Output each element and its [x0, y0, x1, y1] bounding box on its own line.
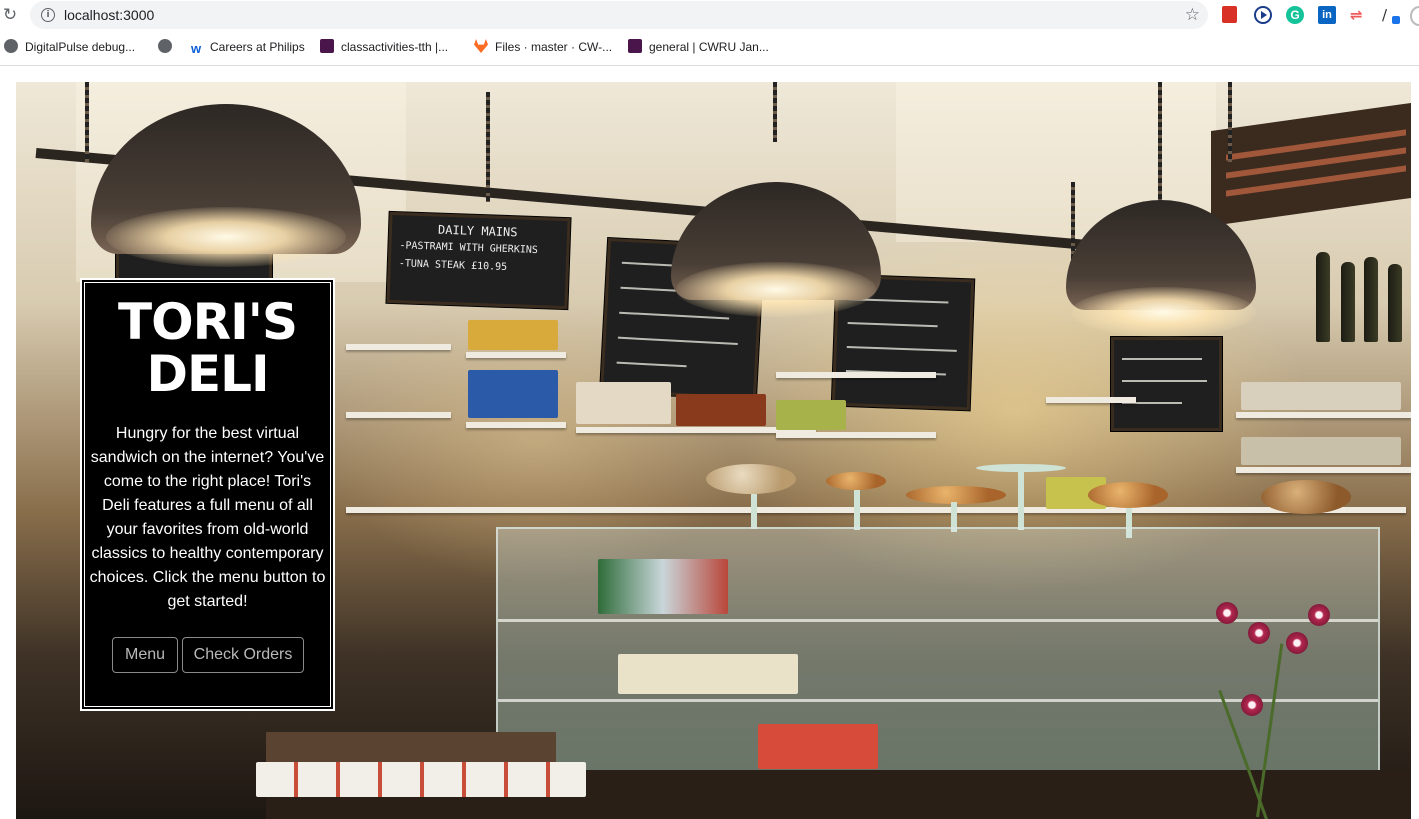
globe-icon — [4, 39, 18, 53]
orchid-flower — [1308, 604, 1330, 626]
bookmark-digitalpulse[interactable]: DigitalPulse debug... — [4, 38, 135, 56]
address-bar[interactable]: i localhost:3000 ☆ — [30, 1, 1208, 29]
orchid-flower — [1286, 632, 1308, 654]
product-boxes — [1241, 437, 1401, 465]
bookmark-label: DigitalPulse debug... — [25, 40, 136, 54]
chain — [773, 82, 777, 142]
url-text[interactable]: localhost:3000 — [64, 7, 154, 23]
wine-bottle — [1341, 262, 1355, 342]
dairy-row — [618, 654, 798, 694]
croissants — [1088, 482, 1168, 508]
page-title: TORI'S DELI — [117, 293, 298, 403]
toolbar-divider — [0, 65, 1419, 66]
arrows-extension-icon[interactable]: ⇌ — [1350, 6, 1368, 24]
pastry — [826, 472, 886, 490]
cake-stand — [1018, 470, 1024, 530]
chalk-line — [1122, 380, 1207, 382]
chalkboard-heading: DAILY MAINS — [437, 222, 518, 240]
cake-stand — [751, 494, 757, 529]
wine-bottle — [1316, 252, 1330, 342]
menu-button[interactable]: Menu — [112, 637, 178, 673]
profile-icon[interactable] — [1410, 6, 1419, 26]
cake-stand — [854, 490, 860, 530]
bookmark-star-icon[interactable]: ☆ — [1185, 5, 1200, 25]
product-boxes — [1241, 382, 1401, 410]
lamp-glow — [106, 207, 346, 267]
chalk-line — [616, 361, 687, 368]
chain — [1158, 82, 1162, 202]
slack-icon — [320, 39, 334, 53]
chain — [486, 92, 490, 202]
browser-toolbar: ↻ i localhost:3000 ☆ G in ⇌ ∕ — [0, 0, 1419, 30]
intro-card: TORI'S DELI Hungry for the best virtual … — [80, 278, 335, 711]
chalk-line — [1122, 358, 1202, 360]
chalk-line — [846, 346, 957, 352]
chain — [1228, 82, 1232, 162]
bookmark-label: general | CWRU Jan... — [649, 40, 769, 54]
shelf — [1046, 397, 1136, 403]
site-info-icon[interactable]: i — [41, 8, 55, 22]
chalkboard-line: -PASTRAMI WITH GHERKINS — [399, 240, 539, 257]
product-box — [468, 370, 558, 418]
gitlab-icon — [474, 39, 488, 53]
bookmark-label: classactivities-tth |... — [341, 40, 449, 54]
shelf — [466, 352, 566, 358]
grammarly-icon[interactable]: G — [1286, 6, 1304, 24]
display-counter — [496, 527, 1380, 791]
shelf — [346, 412, 451, 418]
globe-icon — [158, 39, 172, 53]
bookmarks-bar: DigitalPulse debug... w Careers at Philip… — [0, 34, 1419, 60]
shelf — [466, 422, 566, 428]
slack-icon — [628, 39, 642, 53]
bookmark-globe[interactable] — [158, 38, 179, 56]
shelf — [1236, 412, 1411, 418]
chain — [85, 82, 89, 162]
product-box — [576, 382, 671, 424]
chalkboard-specials — [1111, 337, 1222, 431]
chalkboard-line: -TUNA STEAK £10.95 — [398, 258, 508, 274]
long-shelf — [346, 507, 1406, 513]
lamp-glow — [1071, 287, 1256, 337]
sandwich-boxes — [256, 762, 586, 797]
color-picker-icon[interactable]: ∕ — [1382, 6, 1400, 24]
shelf — [776, 432, 936, 438]
red-extension-icon[interactable] — [1222, 6, 1237, 23]
lamp-glow — [676, 262, 876, 317]
wine-bottle — [1364, 257, 1378, 342]
product-jars — [676, 394, 766, 426]
chalkboard-daily-mains: DAILY MAINS -PASTRAMI WITH GHERKINS -TUN… — [386, 211, 571, 310]
counter-shelf — [498, 619, 1378, 622]
linkedin-icon[interactable]: in — [1318, 6, 1336, 24]
chalk-line — [619, 311, 730, 320]
shelf — [1236, 467, 1411, 473]
orchid-flower — [1241, 694, 1263, 716]
bookmark-cwru-general[interactable]: general | CWRU Jan... — [628, 38, 769, 56]
bookmark-philips-careers[interactable]: w Careers at Philips — [189, 38, 305, 56]
bookmark-classactivities[interactable]: classactivities-tth |... — [320, 38, 448, 56]
product-box — [468, 320, 558, 350]
wine-bottle — [1388, 264, 1402, 342]
bread-basket — [1261, 480, 1351, 514]
check-orders-button[interactable]: Check Orders — [182, 637, 304, 673]
drinks-row — [598, 559, 728, 614]
bookmark-label: Careers at Philips — [210, 40, 305, 54]
orchid-flower — [1216, 602, 1238, 624]
reload-icon[interactable]: ↻ — [0, 4, 20, 26]
chalk-line — [847, 322, 938, 328]
shelf — [346, 344, 451, 350]
product-jars — [776, 400, 846, 430]
strawberries — [758, 724, 878, 769]
intro-description: Hungry for the best virtual sandwich on … — [89, 425, 326, 610]
philips-icon: w — [189, 41, 203, 56]
chalk-line — [617, 336, 738, 345]
bread-loaf — [706, 464, 796, 494]
orchid-flower — [1248, 622, 1270, 644]
play-extension-icon[interactable] — [1254, 6, 1272, 24]
bookmark-gitlab-files[interactable]: Files · master · CW-... — [474, 38, 612, 56]
shelf — [776, 372, 936, 378]
bookmark-label: Files · master · CW-... — [495, 40, 613, 54]
